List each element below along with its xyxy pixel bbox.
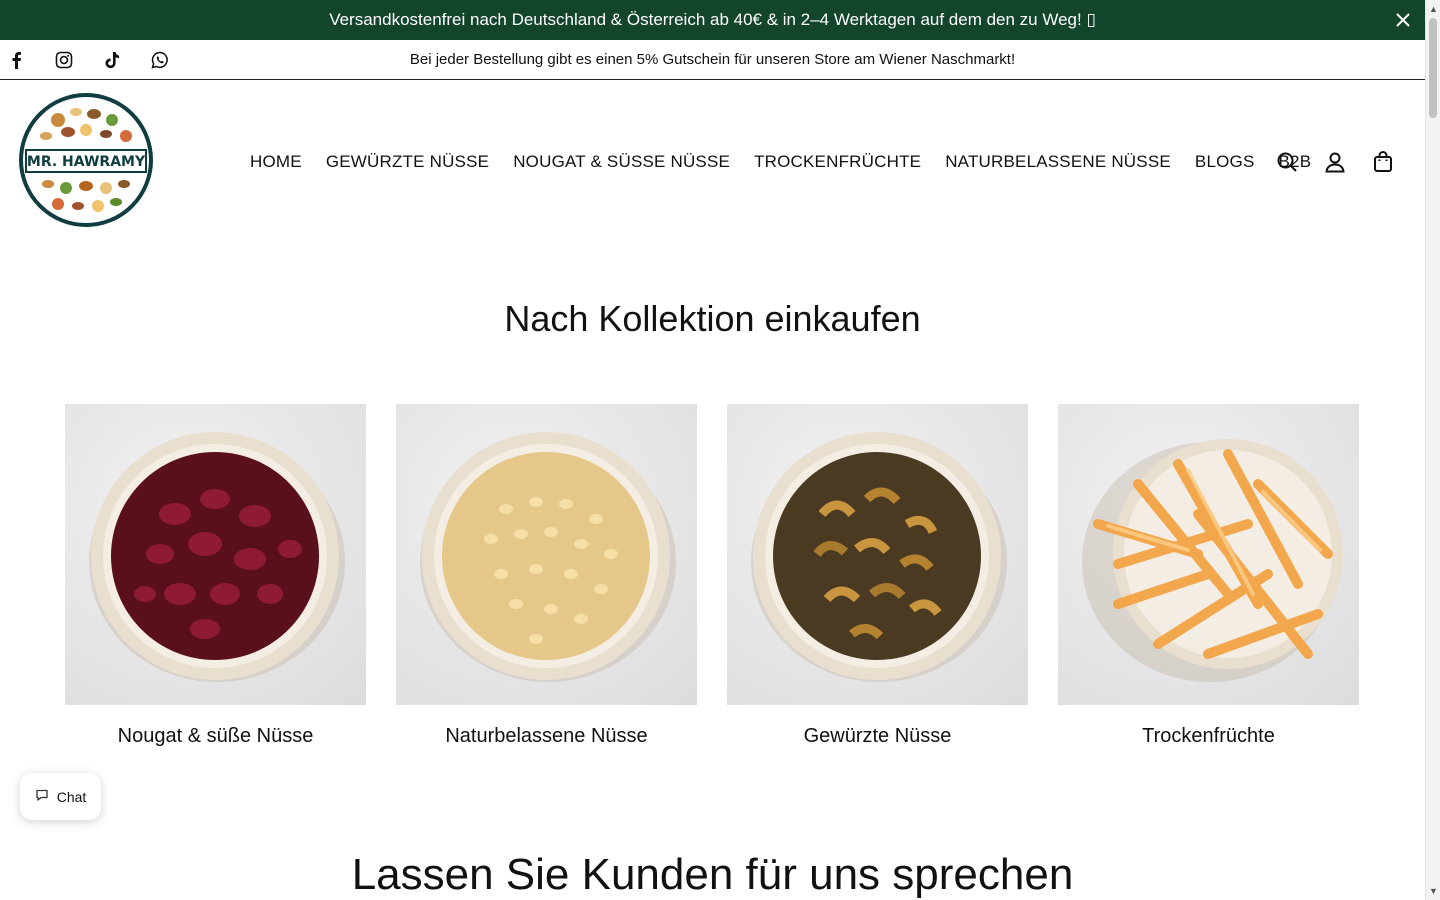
header-actions [1275,150,1395,174]
announcement-bar: Versandkostenfrei nach Deutschland & Öst… [0,0,1425,40]
collection-card-nougat[interactable]: Nougat & süße Nüsse [65,404,366,748]
promo-bar: Bei jeder Bestellung gibt es einen 5% Gu… [0,40,1425,80]
account-icon[interactable] [1323,150,1347,174]
nav-blogs[interactable]: BLOGS [1195,152,1255,172]
whatsapp-icon[interactable] [150,50,170,70]
nav-gewuerzte-nuesse[interactable]: GEWÜRZTE NÜSSE [326,152,489,172]
facebook-icon[interactable] [6,50,26,70]
nav-home[interactable]: HOME [250,152,302,172]
promo-text: Bei jeder Bestellung gibt es einen 5% Gu… [409,51,1016,68]
announcement-text: Versandkostenfrei nach Deutschland & Öst… [329,10,1096,29]
nav-naturbelassene-nuesse[interactable]: NATURBELASSENE NÜSSE [945,152,1171,172]
collections-title: Nach Kollektion einkaufen [504,298,921,339]
collection-image-trockenfruechte[interactable] [1058,404,1359,705]
brand-logo[interactable]: MR. HAWRAMY [18,92,154,228]
chat-button[interactable]: Chat [20,773,101,820]
testimonials-title: Lassen Sie Kunden für uns sprechen [351,850,1074,899]
instagram-icon[interactable] [54,50,74,70]
collection-image-gewuerzt[interactable] [727,404,1028,705]
collection-card-gewuerzt[interactable]: Gewürzte Nüsse [727,404,1028,748]
collection-grid: Nougat & süße Nüsse Naturbelassene Nüsse… [65,404,1359,748]
main-nav: HOME GEWÜRZTE NÜSSE NOUGAT & SÜSSE NÜSSE… [250,152,1311,172]
close-icon[interactable] [1393,10,1413,30]
scroll-down-icon[interactable]: ▼ [1429,886,1438,896]
svg-text:MR. HAWRAMY: MR. HAWRAMY [27,154,146,170]
site-header: MR. HAWRAMY HOME GEWÜRZTE NÜSSE NOUGAT &… [0,80,1425,246]
search-icon[interactable] [1275,150,1299,174]
collection-image-nougat[interactable] [65,404,366,705]
page-scrollbar[interactable]: ▲ ▼ [1425,0,1440,900]
scrollbar-thumb[interactable] [1429,18,1437,118]
chat-label: Chat [56,788,87,805]
collection-label-naturbelassen[interactable]: Naturbelassene Nüsse [396,725,697,748]
social-links [6,50,170,70]
collection-image-naturbelassen[interactable] [396,404,697,705]
collection-label-trockenfruechte[interactable]: Trockenfrüchte [1058,725,1359,748]
cart-icon[interactable] [1371,150,1395,174]
scroll-up-icon[interactable]: ▲ [1429,4,1438,14]
tiktok-icon[interactable] [102,50,122,70]
collection-label-nougat[interactable]: Nougat & süße Nüsse [65,725,366,748]
collection-card-trockenfruechte[interactable]: Trockenfrüchte [1058,404,1359,748]
nav-nougat-suesse-nuesse[interactable]: NOUGAT & SÜSSE NÜSSE [513,152,730,172]
chat-bubble-icon [35,788,49,805]
nav-trockenfruechte[interactable]: TROCKENFRÜCHTE [754,152,921,172]
collection-label-gewuerzt[interactable]: Gewürzte Nüsse [727,725,1028,748]
collection-card-naturbelassen[interactable]: Naturbelassene Nüsse [396,404,697,748]
